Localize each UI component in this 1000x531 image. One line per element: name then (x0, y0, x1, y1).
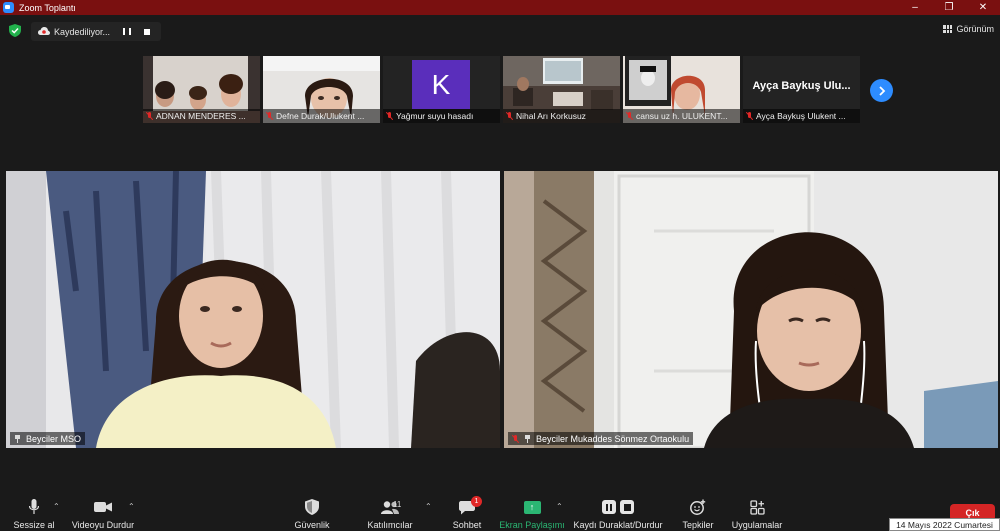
participant-name: Nihal Arı Korkusuz (516, 111, 586, 121)
mic-muted-icon (512, 434, 519, 443)
mic-muted-icon (626, 112, 633, 120)
pause-recording-icon[interactable] (123, 27, 132, 36)
participant-thumbnail[interactable]: K Yağmur suyu hasadı (383, 56, 500, 123)
chat-label: Sohbet (452, 520, 482, 530)
video-options-caret[interactable]: ⌃ (128, 502, 135, 511)
apps-icon (749, 499, 765, 515)
zoom-app-icon (3, 2, 14, 13)
participant-thumbnail[interactable]: ADNAN MENDERES ... (143, 56, 260, 123)
security-button[interactable]: Güvenlik (290, 494, 334, 531)
chat-button[interactable]: 1 Sohbet (448, 494, 486, 531)
grid-view-icon (943, 25, 953, 33)
participant-name: ADNAN MENDERES ... (156, 111, 246, 121)
reactions-label: Tepkiler (682, 520, 714, 530)
chevron-right-icon (878, 85, 885, 96)
pin-icon (14, 434, 21, 443)
window-titlebar: Zoom Toplantı – ❐ ✕ (0, 0, 1000, 15)
participant-name: Ayça Baykuş Ulukent ... (756, 111, 846, 121)
main-video-tile[interactable]: Beyciler MSO (6, 171, 500, 448)
mic-muted-icon (506, 112, 513, 120)
microphone-icon (29, 499, 39, 514)
mic-muted-icon (386, 112, 393, 120)
view-button-label: Görünüm (956, 24, 994, 34)
participant-thumbnail[interactable]: Defne Durak/Ulukent ... (263, 56, 380, 123)
participant-thumbnail[interactable]: cansu uz h. ULUKENT... (623, 56, 740, 123)
smiley-add-icon (690, 499, 706, 515)
participant-video (6, 171, 500, 448)
meeting-toolbar: Sessize al ⌃ Videoyu Durdur ⌃ Güvenlik 1… (0, 494, 1000, 531)
participant-name: Yağmur suyu hasadı (396, 111, 474, 121)
share-options-caret[interactable]: ⌃ (556, 502, 563, 511)
cloud-record-icon (38, 27, 50, 35)
share-screen-icon: ↑ (523, 500, 541, 514)
recording-indicator: Kaydediliyor... (31, 22, 161, 41)
security-label: Güvenlik (294, 520, 330, 530)
view-button[interactable]: Görünüm (943, 24, 994, 34)
apps-label: Uygulamalar (731, 520, 783, 530)
participant-video (504, 171, 998, 448)
participant-name-display: Ayça Baykuş Ulu... (752, 80, 851, 92)
close-button[interactable]: ✕ (966, 0, 1000, 15)
video-label: Videoyu Durdur (71, 520, 135, 530)
pin-icon (524, 434, 531, 443)
participant-name: cansu uz h. ULUKENT... (636, 111, 728, 121)
audio-options-caret[interactable]: ⌃ (53, 502, 60, 511)
participants-options-caret[interactable]: ⌃ (425, 502, 432, 511)
next-page-button[interactable] (870, 79, 893, 102)
reactions-button[interactable]: Tepkiler (680, 494, 716, 531)
participant-name: Defne Durak/Ulukent ... (276, 111, 365, 121)
main-video-tile[interactable]: Beyciler Mukaddes Sönmez Ortaokulu (504, 171, 998, 448)
share-label: Ekran Paylaşımı (499, 520, 565, 530)
minimize-button[interactable]: – (898, 0, 932, 15)
share-screen-button[interactable]: ↑ Ekran Paylaşımı (499, 494, 565, 531)
participants-button[interactable]: 11 Katılımcılar (364, 494, 416, 531)
participant-thumbnail[interactable]: Ayça Baykuş Ulu... Ayça Baykuş Ulukent .… (743, 56, 860, 123)
stop-video-button[interactable]: Videoyu Durdur (70, 494, 136, 531)
taskbar-date-tooltip: 14 Mayıs 2022 Cumartesi (889, 518, 1000, 531)
record-label: Kaydı Duraklat/Durdur (573, 520, 663, 530)
participant-avatar: K (412, 60, 470, 109)
participant-thumbnail[interactable]: Nihal Arı Korkusuz (503, 56, 620, 123)
mute-button[interactable]: Sessize al (13, 494, 55, 531)
apps-button[interactable]: Uygulamalar (730, 494, 784, 531)
chat-unread-badge: 1 (471, 496, 482, 507)
mute-label: Sessize al (13, 520, 55, 530)
pause-stop-recording-button[interactable]: Kaydı Duraklat/Durdur (572, 494, 664, 531)
window-title: Zoom Toplantı (19, 2, 76, 13)
stop-recording-icon[interactable] (144, 28, 151, 35)
participants-label: Katılımcılar (367, 520, 413, 530)
participants-count: 11 (393, 500, 402, 509)
shield-icon (305, 499, 319, 515)
encryption-shield-icon[interactable] (9, 24, 21, 37)
video-camera-icon (94, 502, 112, 512)
participant-name: Beyciler MSO (26, 433, 82, 444)
mic-muted-icon (746, 112, 753, 120)
pause-icon (602, 500, 616, 514)
participant-name: Beyciler Mukaddes Sönmez Ortaokulu (536, 433, 690, 444)
recording-status: Kaydediliyor... (54, 26, 111, 37)
stop-icon (620, 500, 634, 514)
mic-muted-icon (146, 112, 153, 120)
mic-muted-icon (266, 112, 273, 120)
maximize-button[interactable]: ❐ (932, 0, 966, 15)
